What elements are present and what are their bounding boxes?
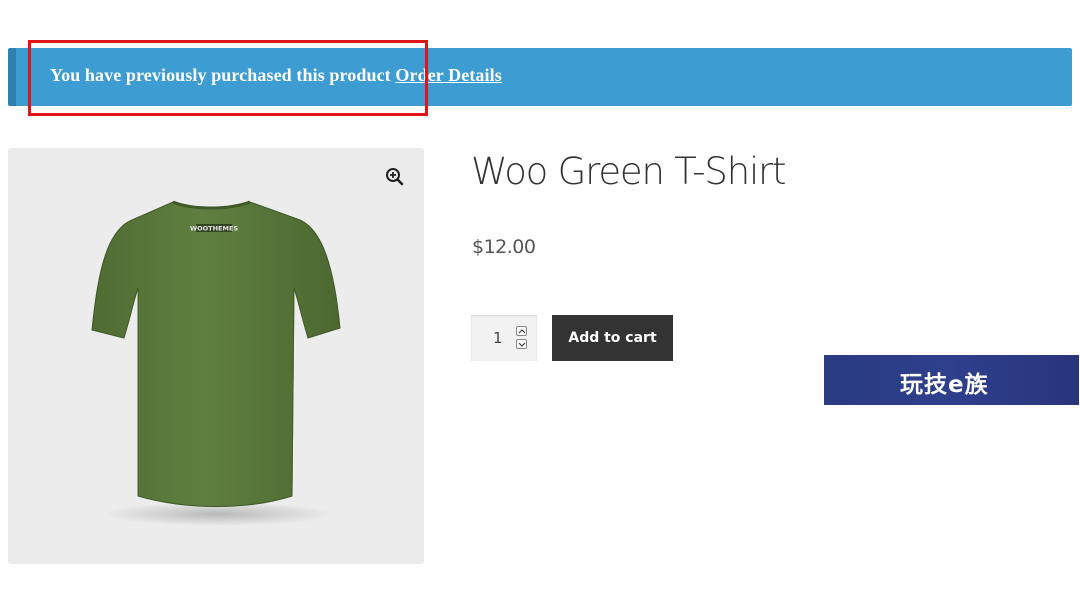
- product-title: Woo Green T-Shirt: [471, 150, 787, 193]
- quantity-value[interactable]: 1: [493, 329, 503, 347]
- zoom-in-icon[interactable]: [384, 166, 406, 188]
- watermark-banner: 玩技e族: [824, 355, 1079, 405]
- quantity-decrease-icon[interactable]: [516, 339, 527, 349]
- product-image: WOOTHEMES: [91, 200, 341, 526]
- highlight-annotation: [28, 40, 428, 116]
- brand-mark: WOOTHEMES: [190, 225, 238, 233]
- product-price: $12.00: [472, 236, 536, 258]
- product-gallery[interactable]: WOOTHEMES: [8, 148, 424, 564]
- quantity-increase-icon[interactable]: [516, 326, 527, 336]
- watermark-text: 玩技e族: [900, 372, 989, 398]
- quantity-stepper[interactable]: 1: [471, 315, 537, 361]
- add-to-cart-button[interactable]: Add to cart: [552, 315, 673, 361]
